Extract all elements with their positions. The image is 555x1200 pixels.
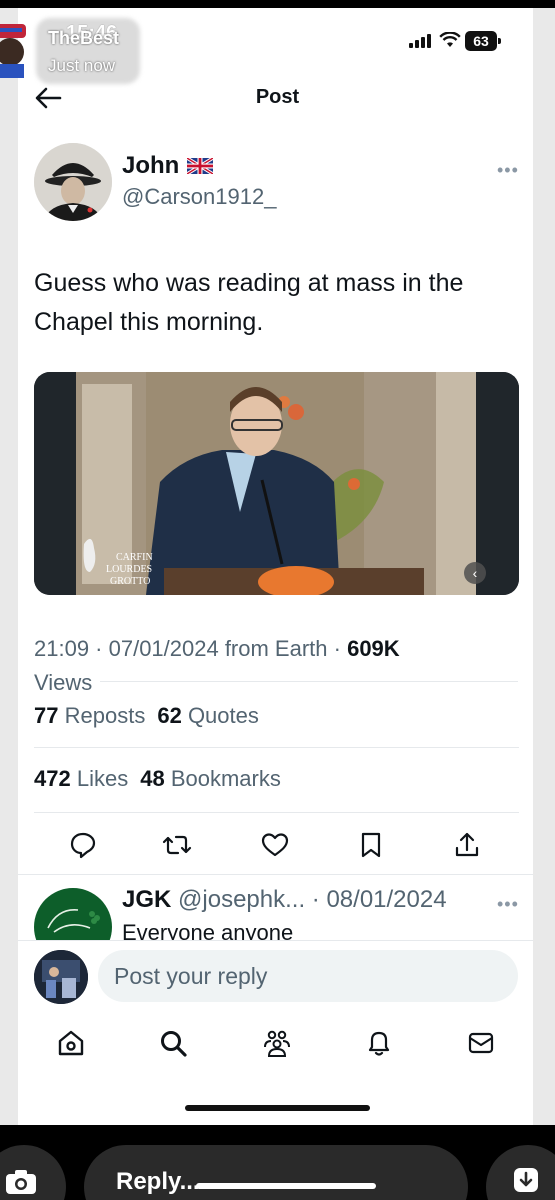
compose-divider bbox=[18, 940, 533, 941]
views-count: 609K bbox=[347, 636, 400, 661]
share-icon[interactable] bbox=[452, 830, 482, 860]
notification-avatar[interactable] bbox=[0, 22, 26, 78]
quotes-count: 62 bbox=[157, 703, 182, 728]
signal-icon bbox=[409, 32, 431, 48]
post-action-bar bbox=[34, 830, 519, 864]
quotes-label: Quotes bbox=[187, 703, 259, 728]
author-display-name: John bbox=[122, 152, 180, 179]
reposts-count: 77 bbox=[34, 703, 59, 728]
author-name[interactable]: John bbox=[122, 152, 214, 180]
reposts-label: Reposts bbox=[64, 703, 146, 728]
story-right-margin bbox=[533, 8, 555, 1125]
stats-divider-2 bbox=[34, 812, 519, 813]
home-indicator bbox=[185, 1105, 370, 1111]
post-text: Guess who was reading at mass in the Cha… bbox=[34, 269, 464, 336]
author-avatar[interactable] bbox=[34, 143, 112, 221]
status-icons bbox=[409, 32, 461, 48]
repost-quote-stats: 77 Reposts 62 Quotes bbox=[34, 703, 259, 729]
story-reply-label: Reply... bbox=[116, 1168, 200, 1195]
watermark-line-1: CARFIN bbox=[116, 552, 153, 563]
download-icon bbox=[514, 1168, 538, 1192]
story-reply-cursor bbox=[196, 1183, 376, 1189]
bookmarks-label: Bookmarks bbox=[170, 766, 281, 791]
post-meta: 21:09 · 07/01/2024 from Earth · 609K Vie… bbox=[34, 632, 524, 700]
camera-icon bbox=[6, 1170, 36, 1194]
watermark-line-3: GROTTO bbox=[110, 576, 150, 587]
reply-handle-date: @josephk... · 08/01/2024 bbox=[178, 886, 447, 913]
post-timestamp: 21:09 · 07/01/2024 from Earth · bbox=[34, 636, 348, 661]
messages-icon[interactable] bbox=[466, 1028, 496, 1058]
my-avatar[interactable] bbox=[34, 950, 88, 1004]
reply-author-avatar[interactable] bbox=[34, 888, 112, 940]
battery-icon: 63 bbox=[465, 31, 497, 51]
communities-icon[interactable] bbox=[262, 1028, 292, 1058]
reply-text-line: Everyone anyone bbox=[122, 920, 294, 940]
reply-icon[interactable] bbox=[68, 830, 98, 860]
page-title: Post bbox=[255, 86, 300, 108]
post-media-video[interactable]: CARFIN LOURDES GROTTO bbox=[34, 372, 519, 595]
bookmarks-stat[interactable]: 48 Bookmarks bbox=[140, 766, 281, 792]
reply-input[interactable]: Post your reply bbox=[98, 950, 518, 1002]
reply-author-name: JGK bbox=[122, 886, 172, 913]
home-icon[interactable] bbox=[56, 1028, 86, 1058]
like-icon[interactable] bbox=[260, 830, 290, 860]
quotes-stat[interactable]: 62 Quotes bbox=[157, 703, 259, 729]
notification-subtitle: Just now bbox=[48, 56, 116, 75]
likes-count: 472 bbox=[34, 766, 71, 791]
more-options-icon[interactable]: ••• bbox=[497, 160, 519, 181]
author-handle[interactable]: @Carson1912_ bbox=[122, 184, 276, 210]
reply-more-options-icon[interactable]: ••• bbox=[497, 894, 519, 915]
reply-header[interactable]: JGK @josephk... · 08/01/2024 bbox=[122, 886, 447, 914]
bookmarks-count: 48 bbox=[140, 766, 165, 791]
uk-flag-icon bbox=[187, 158, 214, 174]
story-top-edge bbox=[0, 0, 555, 8]
wifi-icon bbox=[439, 32, 461, 47]
story-left-margin bbox=[0, 8, 18, 1125]
battery-cap bbox=[498, 38, 501, 44]
views-label: Views bbox=[34, 670, 93, 695]
repost-icon[interactable] bbox=[162, 830, 192, 860]
search-icon[interactable] bbox=[158, 1028, 188, 1058]
action-divider bbox=[18, 874, 533, 875]
media-collapse-icon[interactable]: ‹ bbox=[464, 562, 486, 584]
like-bookmark-stats: 472 Likes 48 Bookmarks bbox=[34, 766, 281, 792]
likes-stat[interactable]: 472 Likes bbox=[34, 766, 128, 792]
likes-label: Likes bbox=[76, 766, 129, 791]
stats-divider bbox=[34, 747, 519, 748]
reposts-stat[interactable]: 77 Reposts bbox=[34, 703, 145, 729]
notification-title: TheBest bbox=[48, 28, 120, 48]
reply-text: Everyone anyone bbox=[122, 920, 422, 940]
notifications-icon[interactable] bbox=[364, 1028, 394, 1058]
meta-divider bbox=[100, 681, 518, 682]
bookmark-icon[interactable] bbox=[356, 830, 386, 860]
watermark-line-2: LOURDES bbox=[106, 564, 152, 575]
